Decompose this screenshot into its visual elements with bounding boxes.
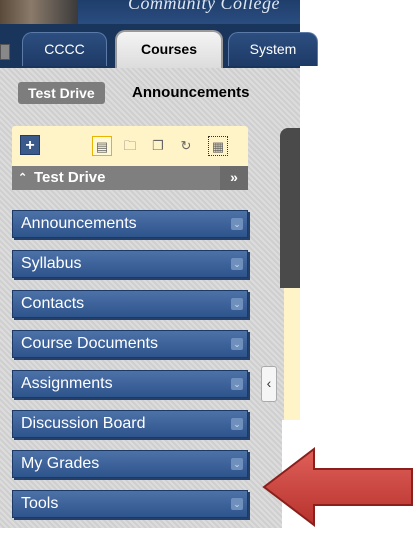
- menu-item-assignments[interactable]: Assignments ⌄: [12, 370, 248, 398]
- menu-item-announcements[interactable]: Announcements ⌄: [12, 210, 248, 238]
- content-header-region: [280, 128, 300, 288]
- menu-item-label: My Grades: [21, 455, 100, 472]
- tab-courses[interactable]: Courses: [115, 30, 223, 68]
- chevron-down-icon[interactable]: ⌄: [231, 218, 243, 230]
- collapse-sidebar-button[interactable]: ‹: [261, 366, 277, 402]
- menu-item-label: Tools: [21, 495, 59, 512]
- menu-item-label: Discussion Board: [21, 415, 146, 432]
- menu-item-my-grades[interactable]: My Grades ⌄: [12, 450, 248, 478]
- menu-item-contacts[interactable]: Contacts ⌄: [12, 290, 248, 318]
- course-menu-header[interactable]: ⌃ Test Drive »: [12, 166, 248, 190]
- plus-icon[interactable]: +: [20, 135, 40, 155]
- menu-item-label: Syllabus: [21, 255, 82, 272]
- collapse-menu-button[interactable]: »: [220, 166, 248, 190]
- menu-item-label: Course Documents: [21, 335, 158, 352]
- red-arrow-icon: [262, 447, 413, 527]
- refresh-icon[interactable]: ↻: [176, 136, 196, 156]
- caret-up-icon: ⌃: [18, 172, 28, 184]
- institution-banner: Community College: [0, 0, 300, 24]
- menu-item-label: Announcements: [21, 215, 137, 232]
- breadcrumb-course-link[interactable]: Test Drive: [18, 82, 105, 104]
- window-icon[interactable]: ❐: [148, 136, 168, 156]
- menu-item-tools[interactable]: Tools ⌄: [12, 490, 248, 518]
- chevron-down-icon[interactable]: ⌄: [231, 258, 243, 270]
- chevron-down-icon[interactable]: ⌄: [231, 298, 243, 310]
- menu-item-discussion-board[interactable]: Discussion Board ⌄: [12, 410, 248, 438]
- breadcrumb-current-page: Announcements: [132, 84, 250, 101]
- tab-system[interactable]: System: [228, 32, 318, 66]
- content-notice-region: [284, 288, 300, 420]
- folder-icon[interactable]: 🗀: [120, 136, 140, 156]
- menu-item-label: Contacts: [21, 295, 85, 312]
- tab-strip-edge: [0, 44, 10, 60]
- list-view-icon[interactable]: ▤: [92, 136, 112, 156]
- chevron-down-icon[interactable]: ⌄: [231, 338, 243, 350]
- menu-item-label: Assignments: [21, 375, 113, 392]
- course-menu-toolbar: + ▤ 🗀 ❐ ↻ ▦: [12, 126, 248, 166]
- breadcrumb: Test Drive Announcements: [8, 78, 300, 112]
- college-name: Community College: [128, 0, 280, 13]
- menu-item-syllabus[interactable]: Syllabus ⌄: [12, 250, 248, 278]
- chevron-down-icon[interactable]: ⌄: [231, 418, 243, 430]
- chevron-down-icon[interactable]: ⌄: [231, 498, 243, 510]
- chevron-down-icon[interactable]: ⌄: [231, 378, 243, 390]
- course-menu-title: Test Drive: [34, 169, 106, 186]
- menu-item-course-documents[interactable]: Course Documents ⌄: [12, 330, 248, 358]
- chevron-down-icon[interactable]: ⌄: [231, 458, 243, 470]
- campus-photo: [0, 0, 78, 24]
- course-menu: + ▤ 🗀 ❐ ↻ ▦ ⌃ Test Drive » Announcements…: [12, 126, 248, 518]
- tab-cccc[interactable]: CCCC: [22, 32, 107, 66]
- grid-view-icon[interactable]: ▦: [208, 136, 228, 156]
